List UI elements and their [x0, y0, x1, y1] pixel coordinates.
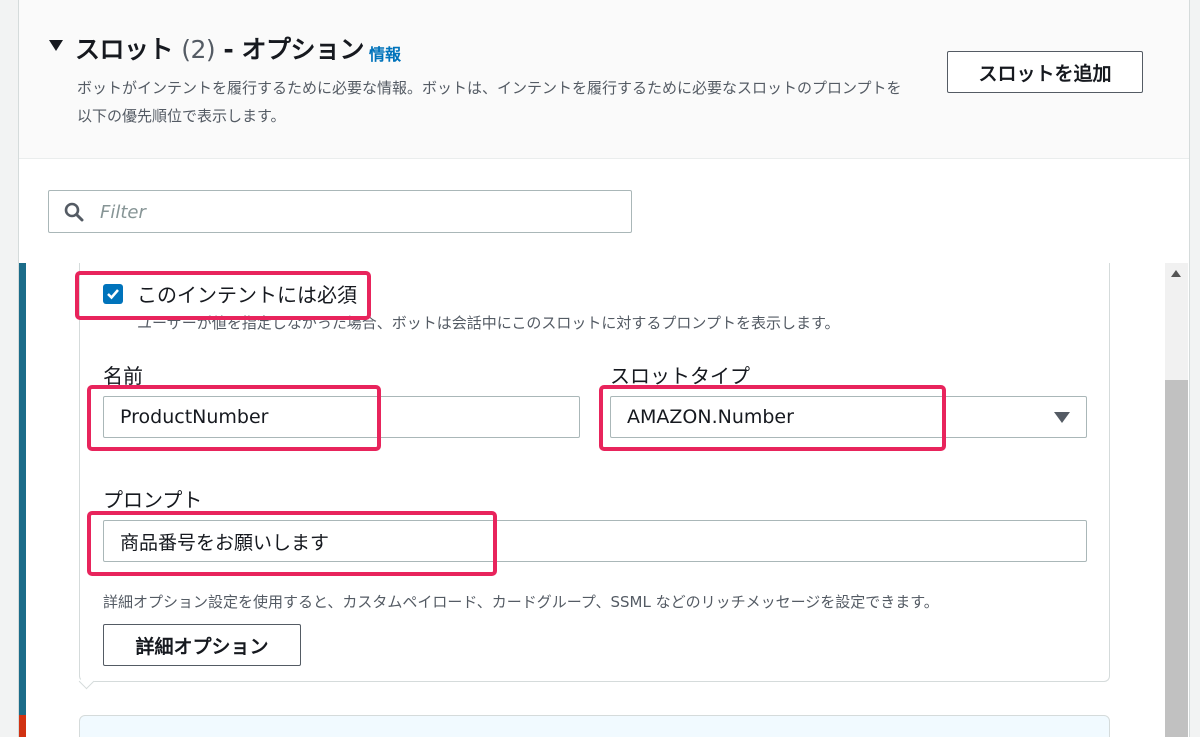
slots-panel: スロット (2) - オプション 情報 ボットがインテントを履行するために必要な… — [18, 0, 1190, 737]
dropdown-arrow-icon — [1054, 412, 1070, 423]
caret-down-icon[interactable] — [49, 40, 63, 51]
highlight-required — [75, 271, 371, 320]
page-title: スロット (2) - オプション — [75, 30, 364, 66]
scrollbar[interactable] — [1165, 263, 1188, 737]
slot-accent-bar — [19, 263, 26, 715]
header-description: ボットがインテントを履行するために必要な情報。ボットは、インテントを履行するため… — [77, 79, 902, 125]
scroll-up-icon[interactable] — [1171, 270, 1181, 277]
advanced-options-button[interactable]: 詳細オプション — [103, 624, 301, 666]
filter-input[interactable]: Filter — [48, 190, 632, 233]
info-link[interactable]: 情報 — [369, 41, 401, 65]
title-suffix: - オプション — [223, 35, 364, 64]
next-slot-card[interactable] — [79, 715, 1110, 737]
title-main: スロット — [75, 35, 174, 64]
prompt-label: プロンプト — [103, 488, 203, 512]
highlight-name — [87, 385, 381, 451]
next-slot-accent-bar — [19, 715, 26, 737]
search-icon — [64, 202, 84, 222]
add-slot-button[interactable]: スロットを追加 — [947, 51, 1143, 93]
scrollbar-thumb[interactable] — [1165, 380, 1188, 737]
advanced-hint: 詳細オプション設定を使用すると、カスタムペイロード、カードグループ、SSML な… — [103, 593, 939, 611]
filter-placeholder: Filter — [100, 202, 146, 223]
highlight-slot-type — [599, 385, 946, 451]
panel-header: スロット (2) - オプション 情報 ボットがインテントを履行するために必要な… — [19, 0, 1189, 159]
highlight-prompt — [87, 511, 497, 576]
title-count: (2) — [181, 35, 216, 64]
